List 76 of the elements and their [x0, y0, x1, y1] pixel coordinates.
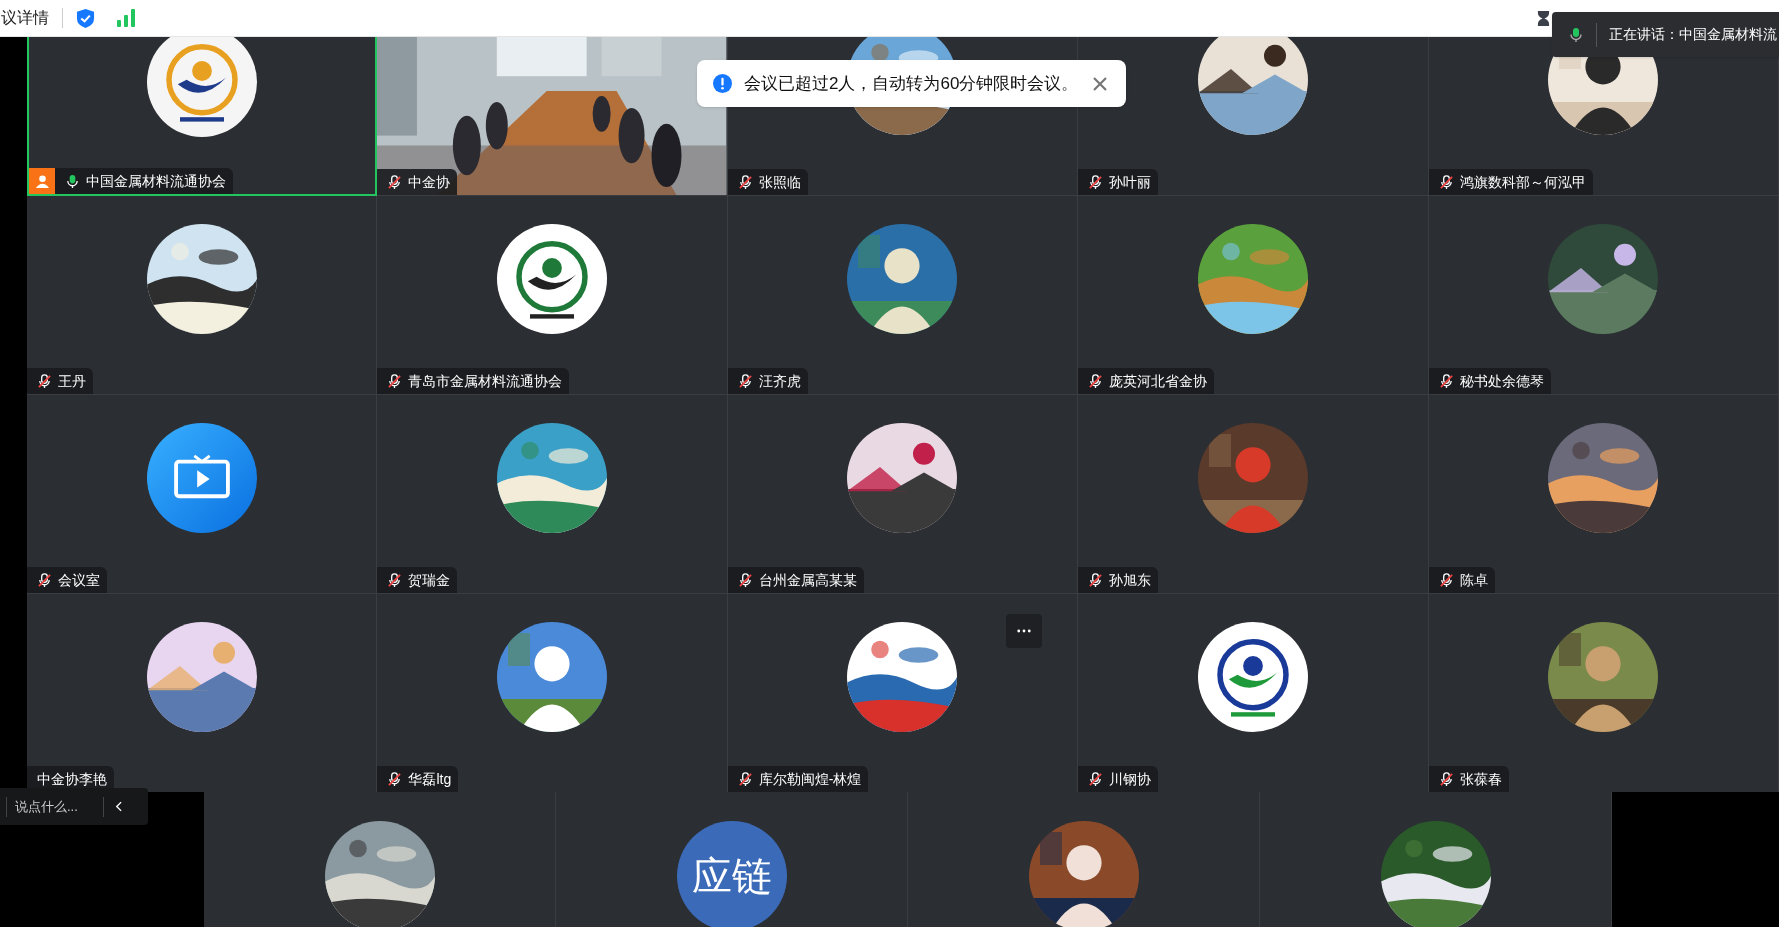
muted-microphone-icon: [1088, 373, 1104, 389]
participant-name: 中金协李艳: [37, 769, 107, 789]
video-tile[interactable]: 台州金属高某某: [727, 395, 1079, 594]
video-tile[interactable]: 库尔勒闽煌-林煌: [727, 594, 1079, 792]
more-button[interactable]: [1006, 614, 1043, 648]
muted-microphone-icon: [387, 373, 403, 389]
participant-name: 孙旭东: [1109, 570, 1152, 590]
video-tile[interactable]: 王丹: [27, 196, 378, 395]
video-tile[interactable]: 会议室: [27, 395, 378, 594]
info-icon: [713, 74, 732, 93]
muted-microphone-icon: [387, 572, 403, 588]
participant-name: 庞英河北省金协: [1109, 371, 1208, 391]
muted-microphone-icon: [387, 771, 403, 787]
participant-name: 台州金属高某某: [758, 570, 857, 590]
video-tile[interactable]: [204, 792, 556, 927]
video-tile[interactable]: 中金协李艳: [27, 594, 378, 792]
participant-name: 会议室: [58, 570, 100, 590]
muted-microphone-icon: [1438, 771, 1454, 787]
video-tile[interactable]: 汪齐虎: [727, 196, 1079, 395]
participant-name: 库尔勒闽煌-林煌: [758, 769, 862, 789]
muted-microphone-icon: [737, 373, 753, 389]
muted-microphone-icon: [1438, 572, 1454, 588]
muted-microphone-icon: [1088, 174, 1104, 190]
video-tile[interactable]: 张葆春: [1428, 594, 1779, 792]
shield-check-icon[interactable]: [76, 7, 95, 29]
muted-microphone-icon: [737, 174, 753, 190]
participant-name: 张照临: [758, 172, 801, 192]
video-tile[interactable]: 秘书处余德琴: [1428, 196, 1779, 395]
video-tile[interactable]: 孙旭东: [1078, 395, 1429, 594]
video-tile[interactable]: 川钢协: [1078, 594, 1429, 792]
avatar-initials: 应链: [676, 821, 787, 927]
video-tile[interactable]: 中国金属材料流通协会: [27, 37, 378, 196]
video-tile[interactable]: 青岛市金属材料流通协会: [377, 196, 728, 395]
participant-name: 秘书处余德琴: [1459, 371, 1544, 391]
chat-input-field[interactable]: 说点什么...: [0, 788, 148, 825]
hourglass-icon: [1537, 9, 1550, 27]
participant-name: 川钢协: [1109, 769, 1152, 789]
video-tile[interactable]: 应链: [556, 792, 908, 927]
muted-microphone-icon: [37, 373, 52, 389]
chevron-left-icon: [114, 801, 122, 812]
meeting-info-link[interactable]: 议详情: [0, 6, 49, 30]
notice-text: 会议已超过2人，自动转为60分钟限时会议。: [744, 72, 1079, 95]
participant-name: 张葆春: [1459, 769, 1502, 789]
muted-microphone-icon: [1438, 174, 1454, 190]
video-tile[interactable]: 华磊ltg: [377, 594, 728, 792]
video-tile[interactable]: 庞英河北省金协: [1078, 196, 1429, 395]
video-tile[interactable]: 陈卓: [1428, 395, 1779, 594]
chat-text-input[interactable]: 说点什么...: [7, 796, 103, 817]
muted-microphone-icon: [1088, 572, 1104, 588]
video-tile[interactable]: [1260, 792, 1612, 927]
microphone-icon: [1568, 26, 1584, 43]
muted-microphone-icon: [37, 572, 52, 588]
more-icon: [1017, 629, 1032, 633]
participant-name: 鸿旗数科部～何泓甲: [1459, 172, 1586, 192]
microphone-icon: [65, 173, 80, 189]
signal-icon[interactable]: [117, 9, 135, 27]
muted-microphone-icon: [737, 572, 753, 588]
participant-name: 孙叶丽: [1109, 172, 1152, 192]
video-tile[interactable]: 孙叶丽: [1078, 37, 1429, 196]
participant-name: 陈卓: [1459, 570, 1488, 590]
muted-microphone-icon: [1088, 771, 1104, 787]
participant-name: 汪齐虎: [758, 371, 801, 391]
muted-microphone-icon: [387, 174, 403, 190]
participant-name: 青岛市金属材料流通协会: [408, 371, 563, 391]
participant-name: 中金协: [408, 172, 451, 192]
participant-name: 王丹: [58, 371, 86, 391]
close-icon: [1093, 76, 1108, 91]
participant-name: 华磊ltg: [408, 769, 452, 789]
video-tile[interactable]: 贺瑞金: [377, 395, 728, 594]
video-tile[interactable]: 中金协: [377, 37, 728, 196]
participant-name: 中国金属材料流通协会: [86, 171, 226, 191]
video-tile[interactable]: [908, 792, 1260, 927]
person-icon: [34, 173, 50, 189]
muted-microphone-icon: [737, 771, 753, 787]
participant-name: 贺瑞金: [408, 570, 451, 590]
muted-microphone-icon: [1438, 373, 1454, 389]
